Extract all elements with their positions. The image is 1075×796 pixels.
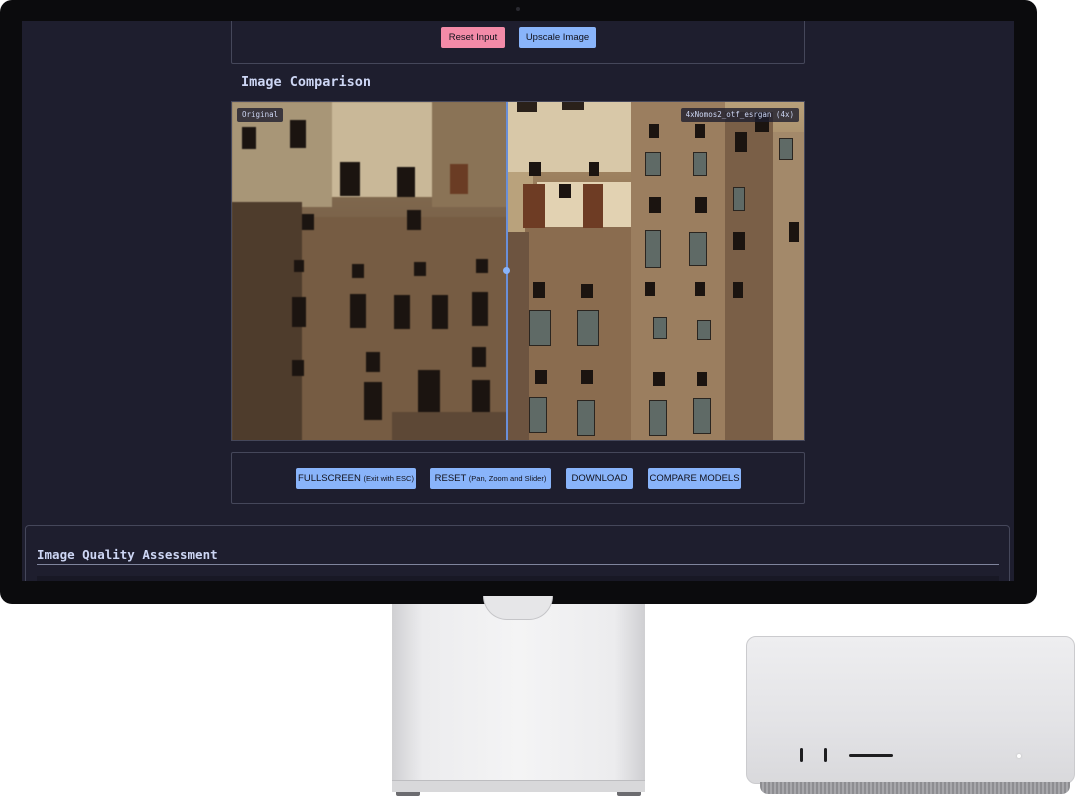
upscaled-image xyxy=(507,102,804,440)
download-button[interactable]: DOWNLOAD xyxy=(566,468,633,489)
stand-base xyxy=(392,780,645,792)
stand-foot-right xyxy=(617,792,641,796)
usb-c-port-icon xyxy=(800,748,803,762)
sd-card-slot-icon xyxy=(849,754,893,757)
power-led-icon xyxy=(1017,754,1021,758)
upload-panel xyxy=(231,21,805,64)
upscale-image-button[interactable]: Upscale Image xyxy=(519,27,596,48)
viewer-controls: FULLSCREEN (Exit with ESC) RESET (Pan, Z… xyxy=(231,452,805,504)
image-comparison-viewer[interactable]: Original 4xNomos2_otf_esrgan (4x) xyxy=(231,101,805,441)
quality-assessment-panel: Image Quality Assessment xyxy=(25,525,1010,581)
compare-models-button[interactable]: COMPARE MODELS xyxy=(648,468,741,489)
fullscreen-button[interactable]: FULLSCREEN (Exit with ESC) xyxy=(296,468,416,489)
fullscreen-hint: (Exit with ESC) xyxy=(363,474,414,483)
mac-studio-vent xyxy=(760,782,1070,794)
reset-label: RESET xyxy=(434,473,467,484)
reset-input-button[interactable]: Reset Input xyxy=(441,27,505,48)
scene: Reset Input Upscale Image Image Comparis… xyxy=(0,0,1075,796)
mac-studio xyxy=(746,636,1075,784)
quality-content xyxy=(37,576,999,581)
model-label: 4xNomos2_otf_esrgan (4x) xyxy=(680,108,799,122)
monitor-stand xyxy=(392,604,645,790)
reset-hint: (Pan, Zoom and Slider) xyxy=(468,474,547,483)
stand-foot-left xyxy=(396,792,420,796)
camera-icon xyxy=(516,7,520,11)
app-screen: Reset Input Upscale Image Image Comparis… xyxy=(22,21,1014,581)
quality-assessment-title: Image Quality Assessment xyxy=(37,547,218,562)
image-comparison-title: Image Comparison xyxy=(241,74,372,90)
original-image xyxy=(232,102,508,440)
fullscreen-label: FULLSCREEN xyxy=(298,473,361,484)
studio-display-monitor: Reset Input Upscale Image Image Comparis… xyxy=(0,0,1037,604)
usb-c-port-icon xyxy=(824,748,827,762)
original-label: Original xyxy=(237,108,284,122)
reset-view-button[interactable]: RESET (Pan, Zoom and Slider) xyxy=(430,468,551,489)
comparison-slider-handle[interactable] xyxy=(503,267,510,274)
divider xyxy=(37,564,999,565)
